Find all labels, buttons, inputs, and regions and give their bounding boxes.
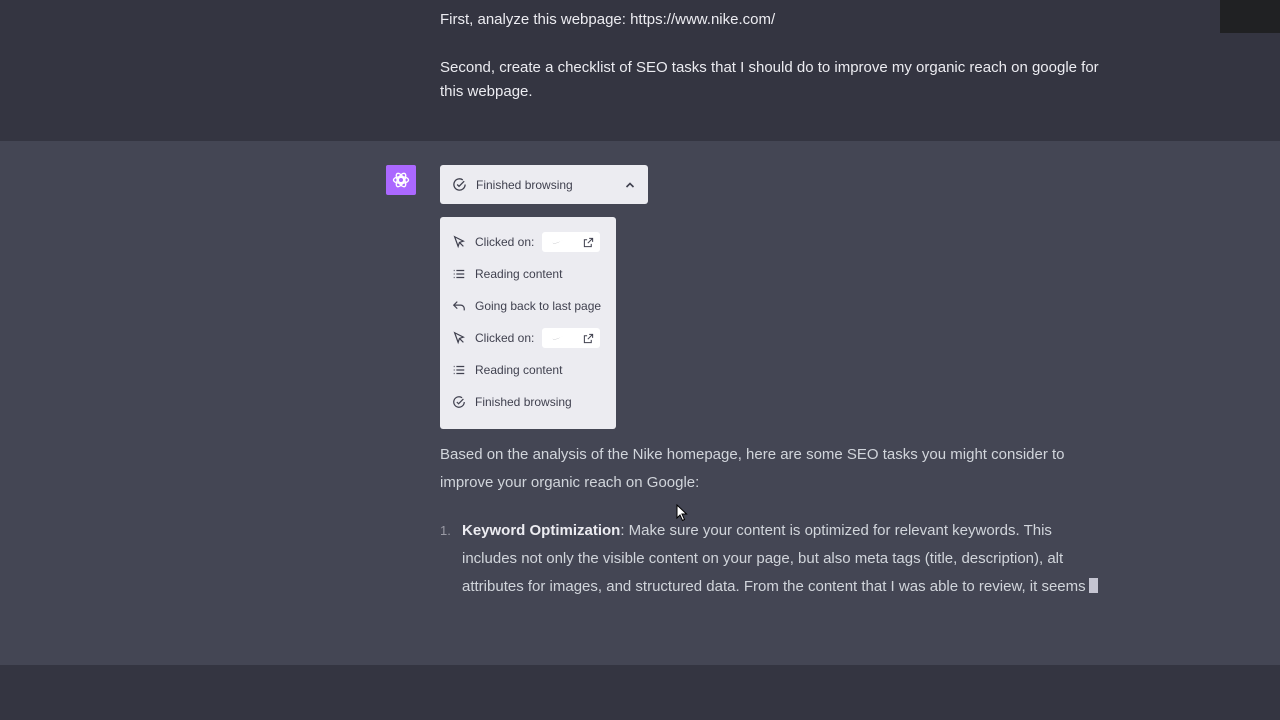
check-circle-icon (453, 178, 466, 191)
link-chip[interactable] (542, 232, 601, 252)
typing-cursor (1088, 578, 1098, 593)
footer-area (0, 665, 1280, 720)
list-item-number: 1. (440, 523, 451, 538)
browse-step-clicked-on: Clicked on: (440, 322, 616, 354)
seo-task-list: 1. Keyword Optimization: Make sure your … (440, 517, 1100, 601)
assistant-answer: Based on the analysis of the Nike homepa… (440, 441, 1100, 601)
list-item-title: Keyword Optimization (462, 522, 621, 539)
cursor-icon (453, 331, 465, 345)
browse-step-reading: Reading content (440, 258, 616, 290)
link-chip[interactable] (542, 328, 601, 348)
nike-swoosh-icon (552, 336, 564, 340)
user-message-line-1: First, analyze this webpage: https://www… (440, 11, 776, 28)
user-message-line-2: Second, create a checklist of SEO tasks … (440, 59, 1099, 100)
list-icon (453, 269, 465, 279)
nike-swoosh-icon (552, 240, 564, 244)
browse-step-reading: Reading content (440, 354, 616, 386)
external-link-icon (584, 333, 594, 343)
browsing-steps-panel: Clicked on: Reading content Going back t… (440, 217, 616, 429)
browse-step-clicked-on: Clicked on: (440, 226, 616, 258)
list-item-body: Keyword Optimization: Make sure your con… (462, 517, 1100, 601)
check-circle-icon (453, 396, 465, 408)
list-icon (453, 365, 465, 375)
cursor-icon (453, 235, 465, 249)
browsing-status-toggle[interactable]: Finished browsing (440, 165, 648, 204)
browse-step-finished: Finished browsing (440, 386, 616, 418)
chatgpt-avatar (386, 165, 416, 195)
list-item: 1. Keyword Optimization: Make sure your … (440, 517, 1100, 601)
browsing-status-label: Finished browsing (476, 177, 573, 192)
user-message: First, analyze this webpage: https://www… (440, 8, 1100, 128)
back-arrow-icon (452, 301, 465, 311)
openai-logo-icon (392, 172, 410, 188)
browse-step-going-back: Going back to last page (440, 290, 616, 322)
user-message-block: First, analyze this webpage: https://www… (0, 0, 1280, 141)
external-link-icon (584, 237, 594, 247)
chevron-up-icon (625, 181, 635, 188)
mouse-pointer-icon (676, 504, 688, 522)
video-overlay-corner (1220, 0, 1280, 33)
answer-intro: Based on the analysis of the Nike homepa… (440, 446, 1065, 491)
